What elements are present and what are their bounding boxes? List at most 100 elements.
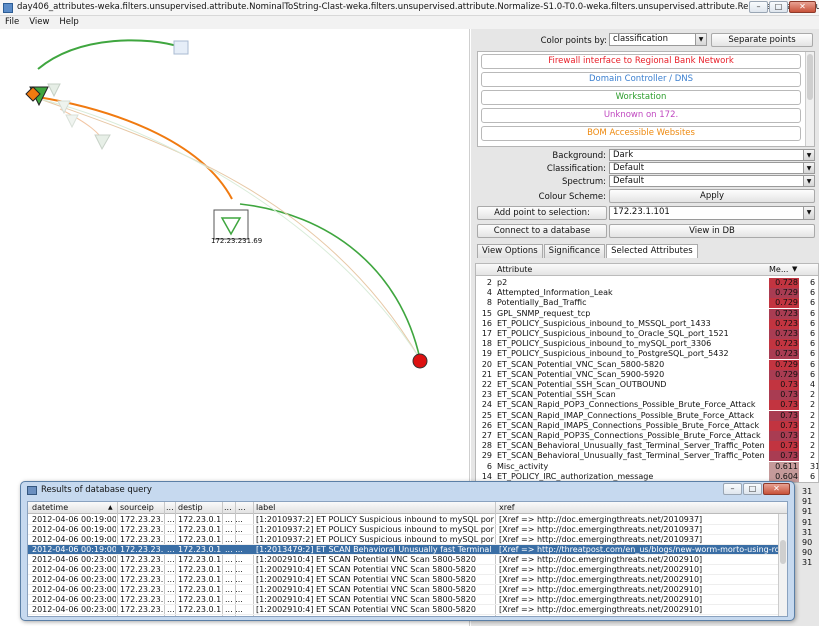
dialog-minimize-button[interactable]: – [723, 483, 742, 495]
spectrum-value: Default [613, 176, 645, 186]
attribute-row[interactable]: 15 GPL_SNMP_request_tcp 0.723 6 [476, 308, 818, 319]
mean-column-header[interactable]: Me... [769, 265, 788, 274]
background-combo[interactable]: Dark ▼ [609, 149, 815, 161]
query-row[interactable]: 2012-04-06 00:19:00.0 172.23.23...... 172.… [28, 525, 780, 535]
attribute-count: 2 [810, 451, 816, 461]
query-row[interactable]: 2012-04-06 00:23:00.0 172.23.23......172.… [28, 595, 780, 605]
classification-combo[interactable]: Default ▼ [609, 162, 815, 174]
node-square[interactable] [173, 40, 189, 55]
legend-item[interactable]: BOM Accessible Websites [481, 126, 801, 141]
col-datetime[interactable]: datetime [32, 503, 68, 512]
attribute-row[interactable]: 24 ET_SCAN_Rapid_POP3_Connections_Possibl… [476, 400, 818, 411]
query-row[interactable]: 2012-04-06 00:23:00.0 172.23.23......172.… [28, 605, 780, 615]
col-sourceip[interactable]: sourceip [120, 503, 154, 512]
attribute-row[interactable]: 21 ET_SCAN_Potential_VNC_Scan_5900-5920 0.… [476, 369, 818, 380]
col-dots-1[interactable]: ... [166, 503, 174, 512]
attribute-name: ET_SCAN_Potential_SSH_Scan [497, 390, 616, 400]
add-point-combo[interactable]: 172.23.1.101 ▼ [609, 206, 815, 220]
node-faint-3[interactable] [65, 114, 79, 129]
menu-help[interactable]: Help [54, 16, 83, 29]
menu-view[interactable]: View [24, 16, 54, 29]
cell-dots: ... [167, 515, 175, 524]
menu-bar: File View Help [0, 16, 819, 29]
separate-points-button[interactable]: Separate points [711, 33, 813, 47]
attribute-row[interactable]: 8 Potentially_Bad_Traffic 0.729 6 [476, 298, 818, 309]
add-point-button[interactable]: Add point to selection: [477, 206, 607, 220]
color-points-combo[interactable]: classification ▼ [609, 33, 707, 46]
query-row[interactable]: 2012-04-06 00:23:00.0 172.23.23......172.… [28, 555, 780, 565]
query-row[interactable]: 2012-04-06 00:19:00.0 172.23.23...... 172.… [28, 535, 780, 545]
minimize-button[interactable]: – [749, 1, 768, 13]
attribute-row[interactable]: 19 ET_POLICY_Suspicious_inbound_to_Postgr… [476, 349, 818, 360]
dialog-close-button[interactable]: ✕ [763, 483, 790, 495]
cell-destip: 172.23.0.1 [178, 615, 222, 616]
col-dots-3[interactable]: ... [238, 503, 246, 512]
col-destip[interactable]: destip [178, 503, 203, 512]
cell-label: [1:2010937:2] ET POLICY Suspicious inbou… [256, 515, 494, 524]
query-row[interactable]: 2012-04-06 00:23:00.0 172.23.23......172.… [28, 615, 780, 616]
maximize-button[interactable]: □ [769, 1, 788, 13]
attribute-mean: 0.723 [769, 329, 799, 339]
dialog-maximize-button[interactable]: □ [743, 483, 762, 495]
menu-file[interactable]: File [0, 16, 24, 29]
attribute-row[interactable]: 20 ET_SCAN_Potential_VNC_Scan_5800-5820 0.… [476, 359, 818, 370]
spectrum-combo[interactable]: Default ▼ [609, 175, 815, 187]
chevron-down-icon: ▼ [803, 207, 814, 219]
attribute-row[interactable]: 22 ET_SCAN_Potential_SSH_Scan_OUTBOUND 0.7… [476, 380, 818, 390]
attribute-mean: 0.729 [769, 369, 799, 380]
legend-item[interactable]: Unknown on 172. [481, 108, 801, 123]
attribute-row[interactable]: 25 ET_SCAN_Rapid_IMAP_Connections_Possibl… [476, 410, 818, 421]
node-faint-4[interactable] [94, 134, 111, 151]
attribute-name: ET_POLICY_Suspicious_inbound_to_mySQL_po… [497, 339, 712, 349]
attribute-row[interactable]: 2 p2 0.728 6 [476, 278, 818, 288]
query-scrollbar[interactable] [778, 514, 787, 616]
col-dots-2[interactable]: ... [224, 503, 232, 512]
attribute-row[interactable]: 17 ET_POLICY_Suspicious_inbound_to_Oracle… [476, 329, 818, 339]
attribute-row[interactable]: 27 ET_SCAN_Rapid_POP3S_Connections_Possib… [476, 431, 818, 441]
attribute-row[interactable]: 6 Misc_activity 0.611 31 [476, 461, 818, 472]
tab-significance[interactable]: Significance [543, 244, 606, 258]
col-label[interactable]: label [256, 503, 275, 512]
close-button[interactable]: ✕ [789, 1, 816, 13]
connect-db-button[interactable]: Connect to a database [477, 224, 607, 238]
apply-button[interactable]: Apply [609, 189, 815, 203]
attribute-row[interactable]: 23 ET_SCAN_Potential_SSH_Scan 0.73 2 [476, 390, 818, 401]
attribute-row[interactable]: 16 ET_POLICY_Suspicious_inbound_to_MSSQL_… [476, 318, 818, 329]
scroll-thumb[interactable] [780, 540, 786, 564]
legend-scrollbar[interactable] [805, 52, 814, 146]
cell-destip: 172.23.0.1 [178, 515, 222, 524]
attribute-mean: 0.723 [769, 349, 799, 360]
cell-dots: ... [167, 585, 175, 594]
query-row[interactable]: 2012-04-06 00:23:00.0 172.23.23......172.… [28, 575, 780, 585]
attribute-index: 19 [481, 349, 492, 359]
attribute-count: 2 [810, 441, 816, 451]
node-faint-1[interactable] [47, 83, 61, 98]
attribute-row[interactable]: 28 ET_SCAN_Behavioral_Unusually_fast_Term… [476, 441, 818, 452]
attribute-name: ET_SCAN_Potential_SSH_Scan_OUTBOUND [497, 380, 667, 389]
attribute-row[interactable]: 4 Attempted_Information_Leak 0.729 6 [476, 288, 818, 299]
attribute-count: 6 [810, 369, 816, 379]
view-in-db-button[interactable]: View in DB [609, 224, 815, 238]
cell-xref: [Xref => http://doc.emergingthreats.net/… [499, 605, 703, 614]
attribute-count-peek: 31 [802, 527, 813, 537]
legend-item[interactable]: Domain Controller / DNS [481, 72, 801, 87]
node-red-circle[interactable] [412, 353, 428, 369]
tab-selected-attributes[interactable]: Selected Attributes [606, 244, 698, 258]
attribute-row[interactable]: 29 ET_SCAN_Behavioral_Unusually_fast_Term… [476, 451, 818, 462]
attribute-name: Misc_activity [497, 461, 549, 471]
query-row[interactable]: 2012-04-06 00:19:00.0 172.23.23...... 172.… [28, 515, 780, 525]
attribute-mean: 0.728 [769, 278, 799, 288]
tab-view-options[interactable]: View Options [477, 244, 543, 258]
attribute-row[interactable]: 26 ET_SCAN_Rapid_IMAPS_Connections_Possib… [476, 420, 818, 431]
cell-destip: 172.23.0.1 [178, 525, 222, 534]
scroll-thumb[interactable] [807, 54, 813, 100]
query-row[interactable]: 2012-04-06 00:23:00.0 172.23.23......172.… [28, 565, 780, 575]
query-row[interactable]: 2012-04-06 00:19:00.0 172.23.23...... 172.… [28, 545, 780, 555]
query-row[interactable]: 2012-04-06 00:23:00.0 172.23.23......172.… [28, 585, 780, 595]
query-results-table: datetime ▲ sourceip ... destip ... ... l… [27, 501, 788, 617]
legend-item[interactable]: Workstation [481, 90, 801, 105]
attribute-column-header[interactable]: Attribute [497, 265, 532, 274]
col-xref[interactable]: xref [499, 503, 515, 512]
attribute-row[interactable]: 18 ET_POLICY_Suspicious_inbound_to_mySQL_… [476, 339, 818, 350]
legend-item[interactable]: Firewall interface to Regional Bank Netw… [481, 54, 801, 69]
